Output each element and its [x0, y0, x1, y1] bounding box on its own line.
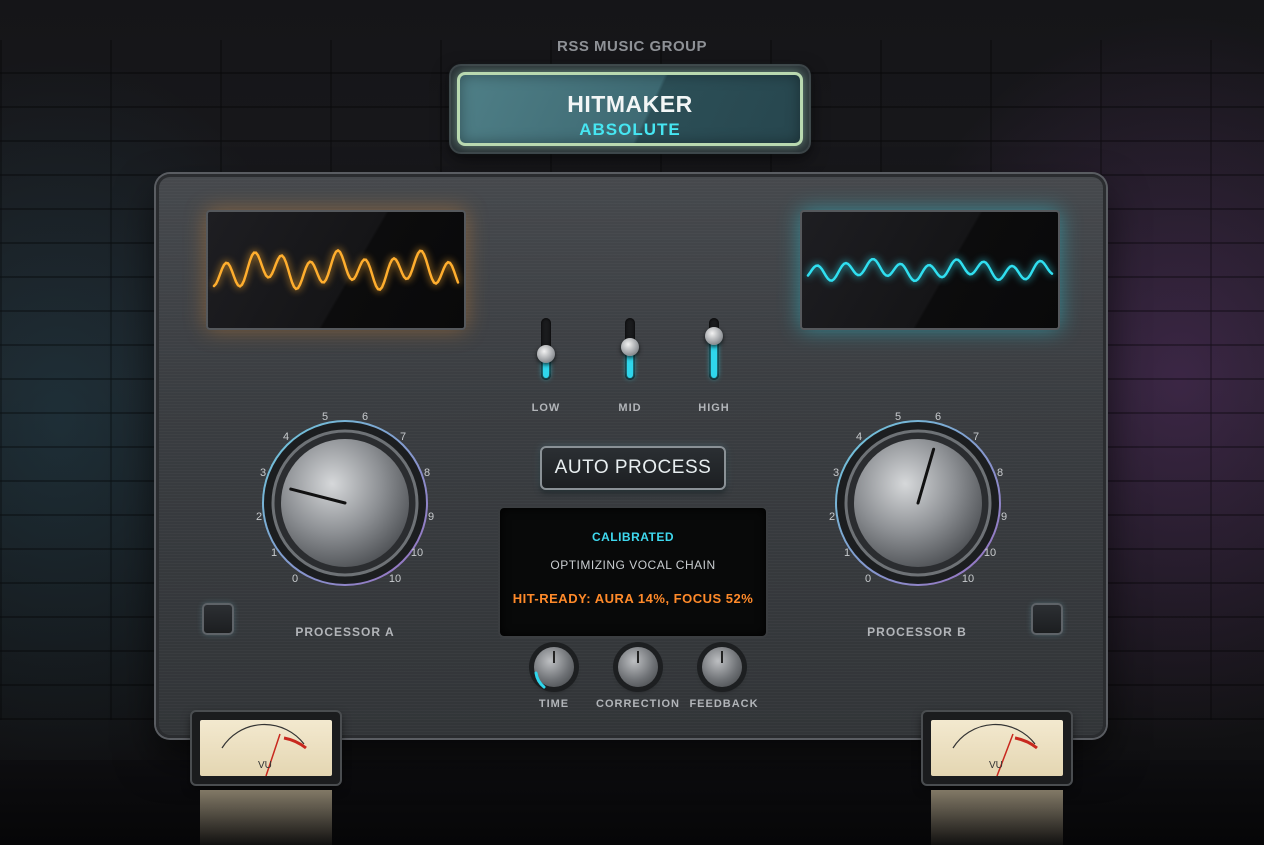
slider-low-label: LOW	[531, 402, 561, 414]
waveform-b	[806, 257, 1054, 283]
processor-a-scale-label: 8	[423, 467, 431, 479]
processor-b-scale-label: 0	[864, 573, 872, 585]
processor-a-knob-body	[262, 420, 428, 586]
floor	[0, 760, 1264, 845]
waveform-screen-a	[206, 210, 466, 330]
processor-b-scale-label: 9	[1000, 511, 1008, 523]
slider-high-thumb[interactable]	[705, 327, 723, 345]
processor-a-label: PROCESSOR A	[295, 625, 395, 639]
processor-b-scale-label: 6	[934, 411, 942, 423]
display-message: OPTIMIZING VOCAL CHAIN	[550, 558, 716, 572]
processor-b-side-button[interactable]	[1031, 603, 1063, 635]
processor-a-scale-label: 5	[321, 411, 329, 423]
time-knob-arc	[534, 671, 546, 689]
vu-left-label: VU	[258, 760, 272, 771]
processor-b-scale-label: 7	[972, 431, 980, 443]
processor-a-scale-label: 6	[361, 411, 369, 423]
processor-a-scale-label: 3	[259, 467, 267, 479]
processor-b-scale-label: 3	[832, 467, 840, 479]
processor-a-scale-label: 10	[388, 573, 402, 585]
feedback-knob-indicator	[721, 651, 723, 663]
slider-high-label: HIGH	[698, 402, 730, 414]
processor-a-knob[interactable]: 0 1 2 3 4 5 6 7 8 9 10 10	[245, 403, 445, 603]
vu-meter-left-scale: VU	[221, 723, 307, 776]
correction-label: CORRECTION	[596, 698, 680, 710]
slider-mid-label: MID	[618, 402, 642, 414]
vu-meter-right: VU	[923, 712, 1071, 784]
processor-a-side-button[interactable]	[202, 603, 234, 635]
processor-a-scale-label: 7	[399, 431, 407, 443]
processor-a-scale-label: 1	[270, 547, 278, 559]
product-edition: ABSOLUTE	[579, 120, 681, 139]
processor-a-scale-label: 9	[427, 511, 435, 523]
feedback-label: FEEDBACK	[689, 698, 759, 710]
vu-meter-left: VU	[192, 712, 340, 784]
slider-low-thumb[interactable]	[537, 344, 555, 363]
time-label: TIME	[538, 698, 570, 710]
processor-a-scale-label: 4	[282, 431, 290, 443]
correction-knob[interactable]	[618, 647, 658, 687]
company-name: RSS MUSIC GROUP	[556, 38, 707, 55]
vu-right-reflection	[931, 790, 1063, 845]
vu-right-label: VU	[989, 760, 1003, 771]
auto-process-button[interactable]: AUTO PROCESS	[540, 446, 726, 490]
processor-a-scale-label: 0	[291, 573, 299, 585]
status-display: CALIBRATED OPTIMIZING VOCAL CHAIN HIT-RE…	[498, 506, 768, 638]
vu-meter-right-scale: VU	[952, 723, 1038, 776]
processor-b-scale-label: 1	[843, 547, 851, 559]
processor-b-knob-body	[835, 420, 1001, 586]
waveform-screen-b	[800, 210, 1060, 330]
slider-mid[interactable]	[621, 318, 639, 380]
vu-left-reflection	[200, 790, 332, 845]
processor-b-scale-label: 8	[996, 467, 1004, 479]
feedback-knob[interactable]	[702, 647, 742, 687]
correction-knob-indicator	[637, 651, 639, 663]
slider-mid-thumb[interactable]	[621, 338, 639, 356]
slider-high[interactable]	[705, 318, 723, 380]
processor-a-scale-label: 10	[410, 547, 424, 559]
product-name: HITMAKER	[567, 91, 693, 117]
display-hit-ready: HIT-READY: AURA 14%, FOCUS 52%	[512, 591, 754, 606]
processor-a-scale-label: 2	[255, 511, 263, 523]
product-logo: HITMAKER ABSOLUTE	[457, 72, 803, 146]
waveform-a	[212, 248, 460, 291]
processor-b-scale-label: 2	[828, 511, 836, 523]
processor-b-knob[interactable]: 0 1 2 3 4 5 6 7 8 9 10 10	[818, 403, 1018, 603]
slider-low[interactable]	[537, 318, 555, 380]
processor-b-scale-label: 4	[855, 431, 863, 443]
processor-b-scale-label: 5	[894, 411, 902, 423]
product-logo-plate: HITMAKER ABSOLUTE	[451, 66, 809, 152]
processor-b-scale-label: 10	[961, 573, 975, 585]
display-status: CALIBRATED	[591, 530, 675, 544]
processor-b-label: PROCESSOR B	[867, 625, 967, 639]
processor-b-scale-label: 10	[983, 547, 997, 559]
